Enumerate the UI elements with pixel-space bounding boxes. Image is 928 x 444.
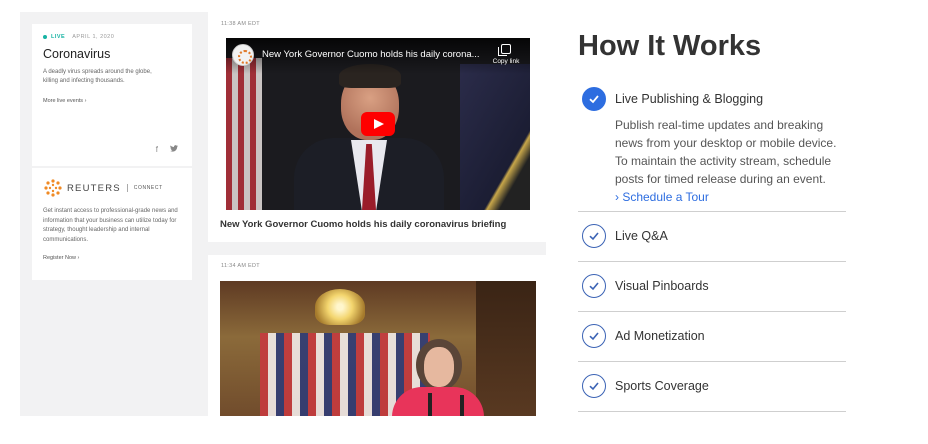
accordion-header[interactable]: Live Q&A (578, 212, 846, 260)
post-card: 11:34 AM EDT (208, 255, 546, 416)
social-share: f (156, 145, 178, 154)
post-timestamp: 11:34 AM EDT (221, 263, 260, 269)
live-event-card: LIVE APRIL 1, 2020 Coronavirus A deadly … (32, 24, 192, 166)
speaker-figure (424, 347, 454, 387)
reuters-dots-icon (44, 179, 62, 197)
check-circle-icon (582, 324, 606, 348)
post-timestamp: 11:38 AM EDT (221, 21, 260, 27)
reuters-description: Get instant access to professional-grade… (43, 208, 178, 243)
check-circle-icon (582, 274, 606, 298)
speaker-figure (392, 387, 484, 416)
post-photo[interactable] (220, 281, 536, 416)
photo-scenery (476, 281, 536, 416)
check-circle-icon (582, 374, 606, 398)
post-headline: New York Governor Cuomo holds his daily … (220, 219, 507, 230)
check-circle-icon (582, 87, 606, 111)
accordion-item-visual-pinboards[interactable]: Visual Pinboards (578, 262, 846, 312)
accordion-label: Sports Coverage (615, 379, 709, 393)
accordion-item-live-publishing[interactable]: Live Publishing & Blogging Publish real-… (578, 84, 846, 212)
live-status-row: LIVE APRIL 1, 2020 (43, 34, 181, 40)
brand-divider (126, 184, 128, 192)
copy-link-button[interactable]: Copy link (490, 44, 522, 65)
microphone-graphic (460, 395, 464, 416)
event-description: A deadly virus spreads around the globe,… (43, 69, 152, 84)
reuters-logo: REUTERS CONNECT (43, 178, 181, 198)
check-circle-icon (582, 224, 606, 248)
channel-avatar-icon[interactable] (232, 44, 254, 66)
section-title: How It Works (578, 30, 762, 62)
accordion-item-ad-monetization[interactable]: Ad Monetization (578, 312, 846, 362)
video-embed[interactable]: New York Governor Cuomo holds his daily … (226, 38, 530, 210)
copy-link-label: Copy link (492, 58, 520, 65)
reuters-brand: REUTERS (67, 182, 121, 194)
accordion-item-sports-coverage[interactable]: Sports Coverage (578, 362, 846, 412)
accordion-label: Live Q&A (615, 229, 668, 243)
video-title[interactable]: New York Governor Cuomo holds his daily … (262, 49, 480, 60)
live-tag: LIVE (51, 34, 66, 40)
flag-graphic (226, 58, 262, 210)
schedule-tour-link[interactable]: › Schedule a Tour (615, 188, 845, 206)
flag-graphic (460, 64, 530, 210)
accordion-header[interactable]: Ad Monetization (578, 312, 846, 360)
play-button-icon[interactable] (361, 112, 395, 136)
reuters-connect-card: REUTERS CONNECT Get instant access to pr… (32, 168, 192, 280)
facebook-icon[interactable]: f (156, 145, 158, 154)
more-live-events-link[interactable]: More live events › (43, 98, 181, 104)
accordion-label: Ad Monetization (615, 329, 705, 343)
feature-description: Publish real-time updates and breaking n… (615, 118, 837, 186)
accordion-header[interactable]: Visual Pinboards (578, 262, 846, 310)
register-now-link[interactable]: Register Now › (43, 255, 181, 261)
accordion-item-live-qa[interactable]: Live Q&A (578, 212, 846, 262)
live-dot-icon (43, 35, 47, 39)
accordion-label: Live Publishing & Blogging (615, 92, 764, 106)
accordion-body: Publish real-time updates and breaking n… (615, 114, 845, 215)
page: LIVE APRIL 1, 2020 Coronavirus A deadly … (0, 0, 928, 444)
live-date: APRIL 1, 2020 (72, 34, 115, 40)
reuters-brand-suffix: CONNECT (133, 185, 163, 191)
liveblog-preview: LIVE APRIL 1, 2020 Coronavirus A deadly … (20, 12, 546, 416)
post-card: 11:38 AM EDT New York Governor Cuomo hol… (208, 12, 546, 242)
accordion-header[interactable]: Live Publishing & Blogging (578, 84, 846, 114)
accordion-label: Visual Pinboards (615, 279, 709, 293)
copy-icon (498, 44, 511, 56)
event-title[interactable]: Coronavirus (43, 47, 181, 61)
features-accordion: Live Publishing & Blogging Publish real-… (578, 84, 846, 412)
twitter-icon[interactable] (170, 145, 178, 154)
accordion-header[interactable]: Sports Coverage (578, 362, 846, 410)
microphone-graphic (428, 393, 432, 416)
photo-scenery (315, 289, 365, 325)
